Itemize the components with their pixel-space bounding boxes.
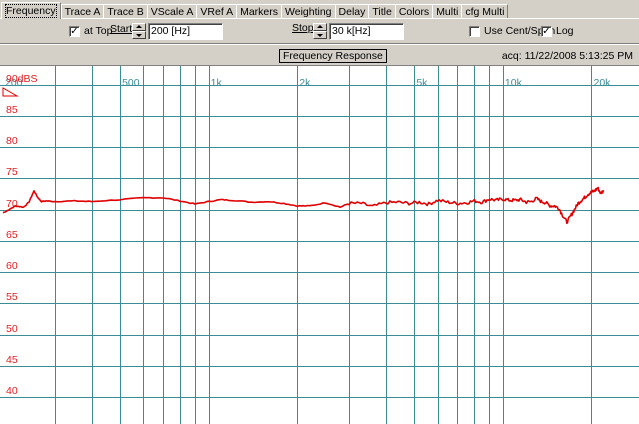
tab-trace-b[interactable]: Trace B: [103, 4, 148, 19]
start-label: Start: [110, 23, 133, 35]
tab-colors[interactable]: Colors: [394, 4, 434, 19]
tab-trace-a[interactable]: Trace A: [60, 4, 105, 19]
x-tick-label: 20k: [593, 77, 611, 89]
separator-highlight: [0, 44, 639, 45]
tab-delay[interactable]: Delay: [334, 4, 370, 19]
x-tick-label: 1k: [211, 77, 223, 89]
log-checkbox[interactable]: ✓: [541, 26, 552, 37]
tab-title[interactable]: Title: [368, 4, 396, 19]
tab-frequency[interactable]: Frequency: [1, 2, 61, 19]
y-tick-label: 60: [6, 260, 18, 272]
stop-label: Stop: [292, 22, 314, 34]
start-frequency-input[interactable]: 200 [Hz]: [148, 23, 223, 40]
y-tick-label: 50: [6, 323, 18, 335]
tab-label: Colors: [398, 6, 430, 18]
stop-spin-down-icon[interactable]: [313, 31, 327, 39]
tab-label: VRef A: [200, 6, 234, 18]
y-tick-label: 40: [6, 385, 18, 397]
log-label: Log: [556, 25, 574, 37]
x-tick-label: 10k: [505, 77, 523, 89]
start-spinner[interactable]: [132, 23, 146, 40]
y-tick-label: 85: [6, 104, 18, 116]
acquisition-timestamp: acq: 11/22/2008 5:13:25 PM: [501, 50, 633, 62]
x-tick-label: 2k: [299, 77, 311, 89]
x-tick-label: 5k: [416, 77, 428, 89]
tab-label: Multi: [436, 6, 459, 18]
tab-label: Markers: [240, 6, 279, 18]
use-cent-span-checkbox[interactable]: [469, 26, 480, 37]
tab-vref-a[interactable]: VRef A: [196, 4, 238, 19]
tab-label: Delay: [338, 6, 366, 18]
chart-title: Frequency Response: [279, 49, 387, 63]
tab-cfg-multi[interactable]: cfg Multi: [461, 4, 509, 19]
at-top-checkbox[interactable]: ✓: [69, 26, 80, 37]
tab-label: Frequency: [5, 4, 57, 18]
y-tick-label: 65: [6, 229, 18, 241]
controls-row: ✓ at Top Start 200 [Hz] Stop 30 k[Hz] Us…: [0, 20, 639, 44]
start-spin-down-icon[interactable]: [132, 31, 146, 39]
tab-weighting[interactable]: Weighting: [281, 4, 336, 19]
tab-markers[interactable]: Markers: [236, 4, 283, 19]
tab-panel-border: [0, 18, 639, 19]
tab-label: Weighting: [285, 6, 332, 18]
start-spin-up-icon[interactable]: [132, 23, 146, 31]
plot-background: [0, 66, 639, 424]
y-tick-label: 45: [6, 354, 18, 366]
tab-label: Trace A: [64, 6, 101, 18]
tab-label: Title: [372, 6, 392, 18]
y-tick-label: 75: [6, 166, 18, 178]
tab-label: cfg Multi: [465, 6, 505, 18]
tab-strip: Frequency Trace A Trace B VScale A VRef A Mar…: [0, 2, 509, 19]
tab-label: Trace B: [107, 6, 144, 18]
stop-spinner[interactable]: [313, 23, 327, 40]
stop-frequency-input[interactable]: 30 k[Hz]: [329, 23, 404, 40]
at-top-label: at Top: [84, 25, 113, 37]
stop-spin-up-icon[interactable]: [313, 23, 327, 31]
frequency-response-plot: 200 500 1k 2k 5k 10k 20k90dBS85807570656055504…: [0, 66, 639, 424]
y-tick-label: 55: [6, 291, 18, 303]
y-tick-label: 80: [6, 135, 18, 147]
tab-multi[interactable]: Multi: [432, 4, 463, 19]
tab-vscale-a[interactable]: VScale A: [146, 4, 198, 19]
x-tick-label: 500: [122, 77, 140, 89]
tab-label: VScale A: [150, 6, 194, 18]
y-tick-label: 90dBS: [6, 73, 38, 85]
